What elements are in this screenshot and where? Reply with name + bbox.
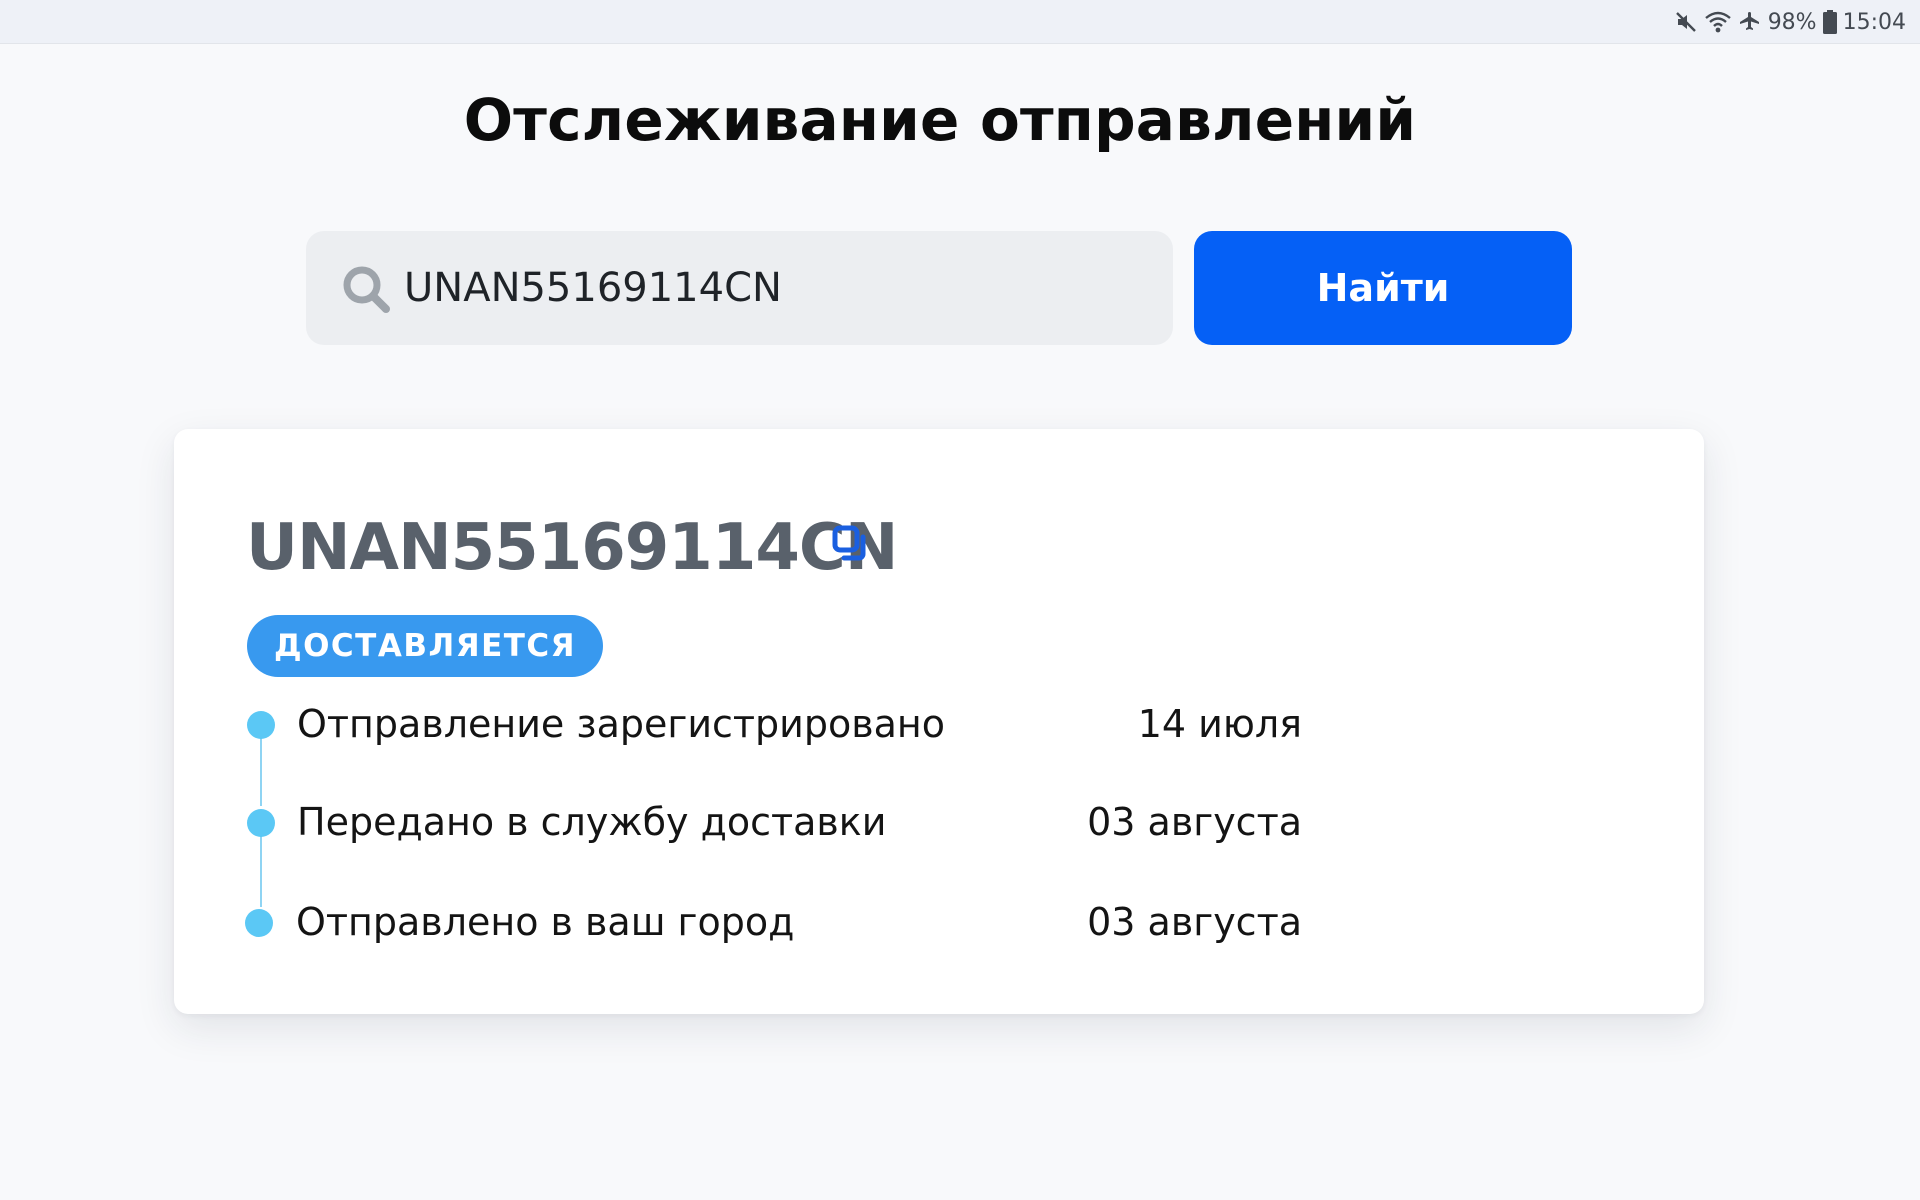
mute-icon [1674, 10, 1698, 34]
event-date: 14 июля [1137, 702, 1302, 746]
status-bar: 98% 15:04 [0, 0, 1920, 44]
app-screen: 98% 15:04 Отслеживание отправлений Найти… [0, 0, 1920, 1200]
timeline-dot [247, 711, 275, 739]
event-label: Передано в службу доставки [297, 800, 887, 844]
status-bar-right: 98% 15:04 [1674, 6, 1906, 38]
shipment-card: UNAN55169114CN ДОСТАВЛЯЕТСЯ Отправление … [174, 429, 1704, 1014]
airplane-icon [1738, 10, 1762, 34]
event-label: Отправление зарегистрировано [297, 702, 946, 746]
search-icon [340, 263, 392, 315]
copy-icon [831, 524, 871, 569]
status-badge: ДОСТАВЛЯЕТСЯ [247, 615, 603, 677]
wifi-icon [1704, 10, 1732, 34]
search-input[interactable] [404, 231, 1144, 345]
event-label: Отправлено в ваш город [296, 900, 795, 944]
copy-button[interactable] [826, 521, 876, 571]
battery-icon [1822, 10, 1837, 34]
page-title: Отслеживание отправлений [463, 86, 1417, 154]
timeline-dot [247, 809, 275, 837]
timeline-dot [245, 909, 273, 937]
find-button[interactable]: Найти [1194, 231, 1572, 345]
search-box[interactable] [306, 231, 1173, 345]
track-number: UNAN55169114CN [246, 511, 898, 585]
clock: 15:04 [1842, 9, 1906, 35]
event-date: 03 августа [1087, 800, 1302, 844]
battery-level: 98% [1767, 9, 1817, 35]
event-date: 03 августа [1087, 900, 1302, 944]
